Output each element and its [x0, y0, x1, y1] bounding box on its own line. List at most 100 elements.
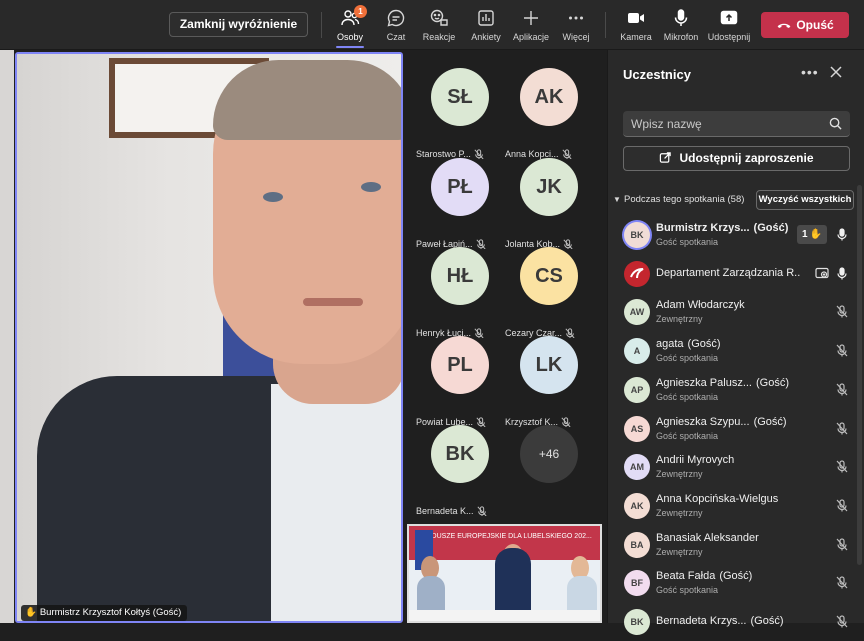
participant-avatar: BF: [624, 570, 650, 597]
mic-off-icon: [836, 537, 848, 551]
participant-avatar: PŁ: [431, 158, 489, 216]
mic-off-icon: [477, 506, 487, 516]
participant-gallery: SŁ Starostwo P... AK Anna Kopci... PŁ Paweł Ł…: [407, 50, 605, 520]
search-input[interactable]: [631, 115, 821, 133]
participant-name-row: Andrii Myrovych: [656, 454, 801, 466]
participant-avatar: AK: [520, 68, 578, 126]
participant-name-row: Burmistrz Krzys... (Gość): [656, 222, 801, 234]
search-icon: [829, 117, 842, 130]
participant-name: Banasiak Aleksander: [656, 531, 759, 544]
participant-avatar: HŁ: [431, 247, 489, 305]
participant-row[interactable]: BA Banasiak Aleksander Zewnętrzny: [608, 526, 864, 564]
participant-row[interactable]: BF Beata Fałda (Gość) Gość spotkania: [608, 564, 864, 602]
participant-name-row: Beata Fałda (Gość): [656, 570, 801, 582]
participant-role: Zewnętrzny: [656, 314, 703, 325]
mic-label: Mikrofon: [663, 32, 699, 42]
speaker-mouth: [303, 298, 363, 306]
participant-role: Zewnętrzny: [656, 507, 703, 518]
more-button[interactable]: Więcej: [552, 6, 600, 46]
guest-tag: (Gość): [719, 570, 753, 583]
chat-button[interactable]: Czat: [372, 6, 420, 46]
gallery-tile[interactable]: PŁ Paweł Łapiń...: [416, 158, 506, 249]
panel-more-icon[interactable]: •••: [801, 64, 819, 80]
hand-order: 1: [802, 229, 808, 240]
lower-all-hands-button[interactable]: Wyczyść wszystkich: [756, 190, 854, 210]
participant-name: Burmistrz Krzys...: [656, 222, 750, 234]
participant-row[interactable]: AP Agnieszka Palusz... (Gość) Gość spotkani…: [608, 371, 864, 409]
speaker-shirt: [271, 384, 401, 621]
share-invite-label: Udostępnij zaproszenie: [679, 151, 814, 165]
participant-avatar: AM: [624, 454, 650, 481]
participant-name: Adam Włodarczyk: [656, 299, 745, 312]
participant-name-row: Anna Kopcińska-Wielgus: [656, 493, 801, 505]
participant-role: Gość spotkania: [656, 585, 719, 596]
gallery-tile[interactable]: HŁ Henryk Łucj...: [416, 247, 506, 338]
active-indicator: [336, 46, 364, 48]
participant-row[interactable]: BK Bernadeta Krzys... (Gość): [608, 603, 864, 641]
participant-avatar: A: [624, 338, 650, 365]
leave-button[interactable]: Opuść: [761, 12, 849, 38]
speaker-hair: [213, 60, 401, 140]
in-meeting-section[interactable]: ▼ Podczas tego spotkania (58) Wyczyść ws…: [613, 190, 858, 210]
participant-role: Gość spotkania: [656, 237, 719, 247]
share-invite-button[interactable]: Udostępnij zaproszenie: [623, 146, 850, 171]
meeting-toolbar: Zamknij wyróżnienie 1 Osoby Czat Reakcje…: [0, 0, 864, 50]
participant-row[interactable]: Aagata (Gość) Gość spotkania: [608, 332, 864, 370]
gallery-tile[interactable]: SŁ Starostwo P...: [416, 68, 506, 159]
participant-row[interactable]: Departament Zarządzania R...: [608, 255, 864, 293]
more-dots-icon: [569, 16, 583, 20]
participant-name-row: Adam Włodarczyk: [656, 299, 801, 311]
gallery-tile[interactable]: PL Powiat Lube...: [416, 336, 506, 427]
gallery-tile[interactable]: LK Krzysztof K...: [505, 336, 595, 427]
gallery-tile[interactable]: CS Cezary Czar...: [505, 247, 595, 338]
gallery-tile[interactable]: JK Jolanta Kob...: [505, 158, 595, 249]
gallery-tile[interactable]: +46: [505, 425, 595, 515]
gallery-tile[interactable]: AK Anna Kopci...: [505, 68, 595, 159]
polls-button[interactable]: Ankiety: [462, 6, 510, 46]
share-button[interactable]: Udostępnij: [705, 6, 753, 46]
participant-name: Agnieszka Palusz...: [656, 376, 752, 389]
mic-button[interactable]: Mikrofon: [657, 6, 705, 46]
mic-off-icon: [836, 460, 848, 473]
participant-avatar: AW: [624, 299, 650, 326]
section-label: Podczas tego spotkania (58): [624, 194, 745, 205]
mic-on-icon: [836, 228, 848, 241]
mic-off-icon: [836, 383, 848, 396]
participant-name-row: Agnieszka Palusz... (Gość): [656, 377, 801, 389]
participant-name: Beata Fałda: [656, 570, 716, 583]
more-participants-avatar: +46: [520, 425, 578, 483]
close-icon[interactable]: [828, 64, 844, 80]
shared-video-thumbnail[interactable]: FUNDUSZE EUROPEJSKIE DLA LUBELSKIEGO 202…: [407, 524, 602, 623]
participant-name: Andrii Myrovych: [656, 454, 735, 467]
apps-button[interactable]: Aplikacje: [507, 6, 555, 46]
participant-avatar: PL: [431, 336, 489, 394]
participant-name-row: agata (Gość): [656, 338, 801, 350]
guest-tag: (Gość): [753, 222, 789, 234]
stop-spotlight-button[interactable]: Zamknij wyróżnienie: [169, 12, 308, 37]
reactions-button[interactable]: Reakcje: [415, 6, 463, 46]
panel-title: Uczestnicy: [623, 67, 691, 82]
participant-row[interactable]: BK Burmistrz Krzys... (Gość) Gość spotkania…: [608, 216, 864, 254]
camera-button[interactable]: Kamera: [612, 6, 660, 46]
participant-avatar: BK: [624, 609, 650, 635]
speaker-eye: [263, 192, 283, 202]
mic-off-icon: [836, 499, 848, 512]
panel-scrollbar[interactable]: [857, 185, 862, 565]
guest-tag: (Gość): [687, 338, 721, 351]
participant-avatar: BK: [624, 222, 650, 248]
camera-label: Kamera: [620, 32, 652, 42]
people-label: Osoby: [336, 32, 363, 42]
people-button[interactable]: 1 Osoby: [326, 5, 374, 48]
guest-tag: (Gość): [753, 415, 787, 428]
participant-row[interactable]: AK Anna Kopcińska-Wielgus Zewnętrzny: [608, 487, 864, 525]
participant-search[interactable]: [623, 111, 850, 137]
spotlight-video[interactable]: ✋ Burmistrz Krzysztof Kołtyś (Gość): [15, 52, 403, 623]
participant-row[interactable]: AM Andrii Myrovych Zewnętrzny: [608, 448, 864, 486]
previous-video-edge: [0, 50, 14, 623]
participant-row[interactable]: AW Adam Włodarczyk Zewnętrzny: [608, 293, 864, 331]
apps-label: Aplikacje: [512, 32, 550, 42]
gallery-tile[interactable]: BK Bernadeta K...: [416, 425, 506, 516]
participant-row[interactable]: AS Agnieszka Szypu... (Gość) Gość spotkania: [608, 410, 864, 448]
participant-role: Gość spotkania: [656, 430, 719, 441]
chat-icon: [387, 9, 405, 27]
